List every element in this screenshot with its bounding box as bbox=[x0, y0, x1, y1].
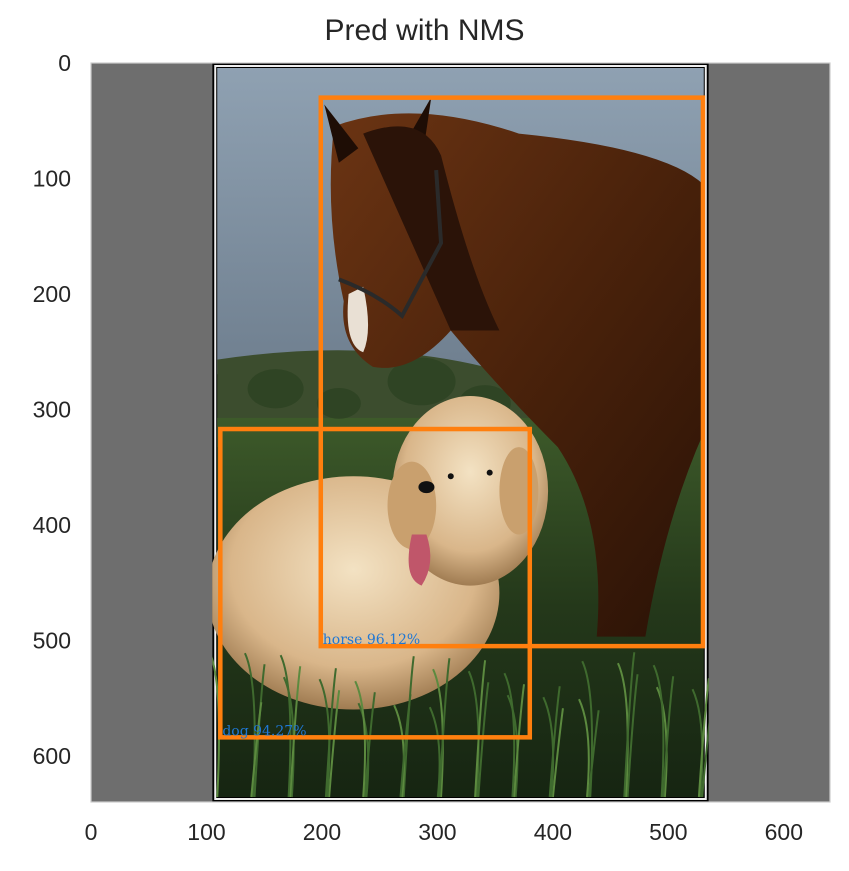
photo-image bbox=[212, 63, 709, 802]
detection-label: dog 94.27% bbox=[222, 723, 306, 739]
y-tick-label: 600 bbox=[33, 743, 71, 769]
y-tick-label: 500 bbox=[33, 627, 71, 653]
x-tick-label: 400 bbox=[534, 819, 572, 845]
y-tick-label: 400 bbox=[33, 512, 71, 538]
x-tick-label: 600 bbox=[765, 819, 803, 845]
x-tick-label: 0 bbox=[85, 819, 98, 845]
y-tick-label: 300 bbox=[33, 396, 71, 422]
detection-plot: horse 96.12% dog 94.27% 0 100 200 300 400 500 6… bbox=[33, 50, 831, 845]
x-tick-label: 100 bbox=[187, 819, 225, 845]
y-tick-label: 100 bbox=[33, 165, 71, 191]
x-tick-label: 300 bbox=[418, 819, 456, 845]
detection-label: horse 96.12% bbox=[323, 632, 420, 648]
y-tick-label: 0 bbox=[58, 50, 71, 76]
x-tick-label: 200 bbox=[303, 819, 341, 845]
x-tick-label: 500 bbox=[649, 819, 687, 845]
y-tick-label: 200 bbox=[33, 281, 71, 307]
